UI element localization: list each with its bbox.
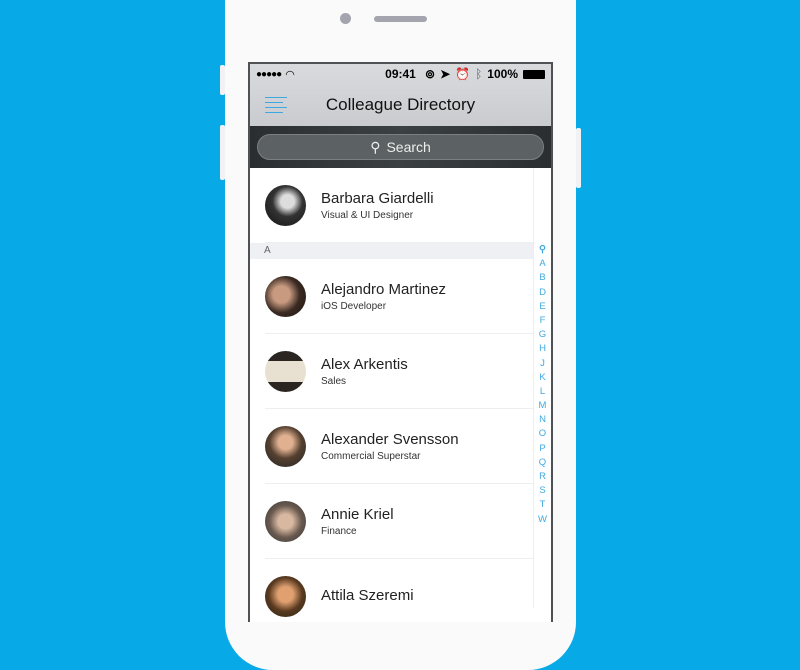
list-item[interactable]: Annie Kriel Finance xyxy=(250,484,551,559)
index-letter[interactable]: B xyxy=(539,271,545,285)
avatar xyxy=(265,351,306,392)
list-item[interactable]: Attila Szeremi xyxy=(250,559,551,622)
list-item[interactable]: Alex Arkentis Sales xyxy=(250,334,551,409)
volume-button xyxy=(220,125,225,180)
camera xyxy=(340,13,351,24)
avatar xyxy=(265,501,306,542)
index-letter[interactable]: H xyxy=(539,342,546,356)
search-placeholder: Search xyxy=(386,139,431,155)
index-letter[interactable]: L xyxy=(540,385,545,399)
index-letter[interactable]: K xyxy=(539,371,545,385)
nav-bar: Colleague Directory xyxy=(250,84,551,126)
index-letter[interactable]: W xyxy=(538,513,547,527)
index-letter[interactable]: G xyxy=(539,328,546,342)
index-letter[interactable]: E xyxy=(539,300,545,314)
contact-name: Alex Arkentis xyxy=(321,356,408,373)
search-icon: ⚲ xyxy=(370,138,381,155)
contact-role: Commercial Superstar xyxy=(321,451,421,462)
screen: ●●●●● ◠ 09:41 ⊚ ➤ ⏰ ᛒ 100% Colleague Dir… xyxy=(248,62,553,622)
mute-switch xyxy=(220,65,225,95)
avatar xyxy=(265,576,306,617)
index-letter[interactable]: O xyxy=(539,427,546,441)
index-letter[interactable]: D xyxy=(539,286,546,300)
alphabet-index[interactable]: ⚲ A B D E F G H J K L M N O P Q R S T W xyxy=(533,168,551,608)
contact-name: Alexander Svensson xyxy=(321,431,459,448)
index-search-icon[interactable]: ⚲ xyxy=(539,243,546,257)
contact-name: Attila Szeremi xyxy=(321,586,414,604)
list-item[interactable]: Alexander Svensson Commercial Superstar xyxy=(250,409,551,484)
index-letter[interactable]: J xyxy=(540,357,545,371)
search-input[interactable]: ⚲ Search xyxy=(257,134,544,160)
section-header: A xyxy=(250,243,533,259)
list-item[interactable]: Alejandro Martinez iOS Developer xyxy=(250,259,551,334)
clock: 09:41 xyxy=(385,67,416,81)
avatar xyxy=(265,276,306,317)
contact-role: iOS Developer xyxy=(321,301,387,312)
index-letter[interactable]: N xyxy=(539,413,546,427)
featured-contact[interactable]: Barbara Giardelli Visual & UI Designer xyxy=(250,168,551,243)
index-letter[interactable]: S xyxy=(539,484,545,498)
index-letter[interactable]: F xyxy=(540,314,546,328)
contact-name: Barbara Giardelli xyxy=(321,190,434,207)
contact-role: Sales xyxy=(321,376,347,387)
contact-name: Annie Kriel xyxy=(321,506,394,523)
index-letter[interactable]: P xyxy=(539,442,545,456)
index-letter[interactable]: A xyxy=(539,257,545,271)
avatar xyxy=(265,185,306,226)
index-letter[interactable]: T xyxy=(540,498,546,512)
avatar xyxy=(265,426,306,467)
contact-list: Barbara Giardelli Visual & UI Designer A … xyxy=(250,168,551,622)
index-letter[interactable]: M xyxy=(539,399,547,413)
contact-name: Alejandro Martinez xyxy=(321,281,447,298)
index-letter[interactable]: R xyxy=(539,470,546,484)
menu-icon[interactable] xyxy=(265,97,287,117)
status-bar: ●●●●● ◠ 09:41 ⊚ ➤ ⏰ ᛒ 100% xyxy=(250,64,551,84)
power-button xyxy=(576,128,581,188)
speaker xyxy=(374,16,427,22)
index-letter[interactable]: Q xyxy=(539,456,546,470)
contact-role: Visual & UI Designer xyxy=(321,210,414,221)
search-bar: ⚲ Search xyxy=(250,126,551,168)
page-title: Colleague Directory xyxy=(325,95,476,114)
contact-role: Finance xyxy=(321,526,357,537)
